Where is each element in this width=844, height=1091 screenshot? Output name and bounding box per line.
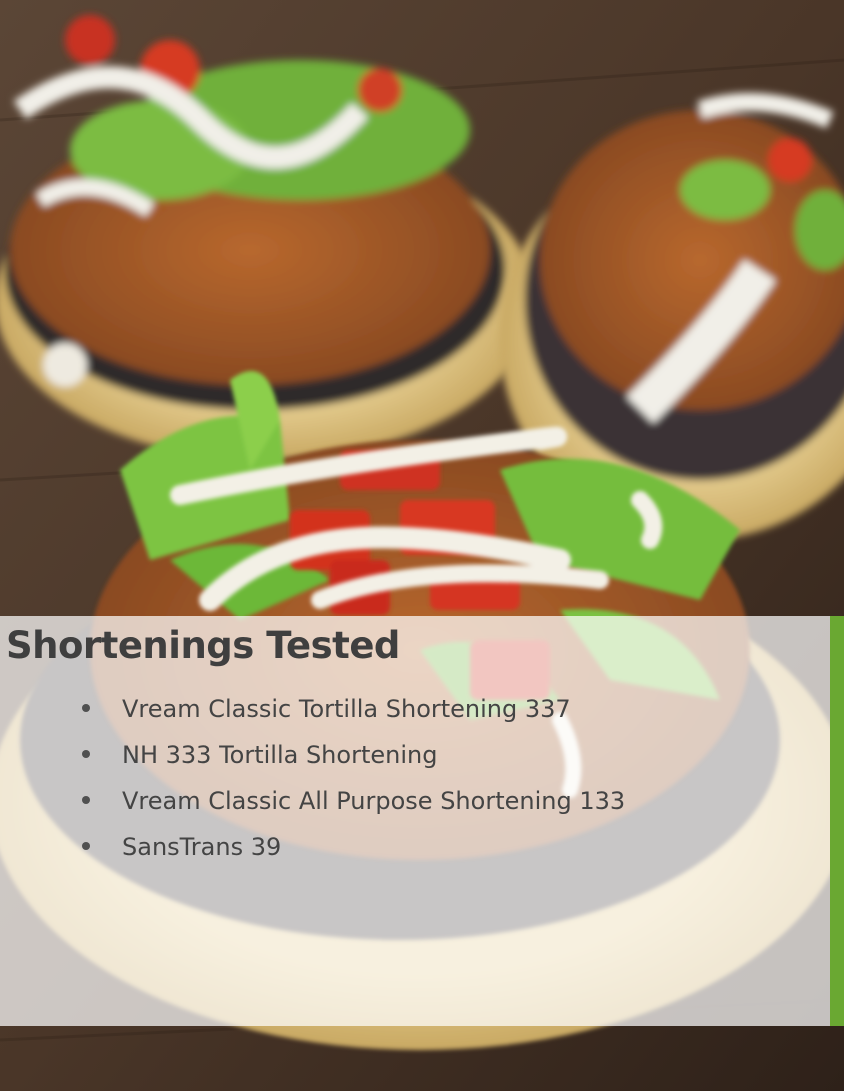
list-item: Vream Classic Tortilla Shortening 337: [74, 686, 625, 732]
slide-title: Shortenings Tested: [6, 624, 400, 667]
list-item: SansTrans 39: [74, 824, 625, 870]
list-item-label: SansTrans 39: [122, 833, 282, 861]
shortenings-list: Vream Classic Tortilla Shortening 337 NH…: [74, 686, 625, 870]
bullet-icon: [82, 704, 90, 712]
list-item: NH 333 Tortilla Shortening: [74, 732, 625, 778]
bullet-icon: [82, 842, 90, 850]
list-item-label: Vream Classic Tortilla Shortening 337: [122, 695, 571, 723]
slide: Shortenings Tested Vream Classic Tortill…: [0, 0, 844, 1091]
list-item-label: NH 333 Tortilla Shortening: [122, 741, 438, 769]
bullet-icon: [82, 796, 90, 804]
accent-bar: [830, 616, 844, 1026]
list-item-label: Vream Classic All Purpose Shortening 133: [122, 787, 626, 815]
list-item: Vream Classic All Purpose Shortening 133: [74, 778, 625, 824]
bullet-icon: [82, 750, 90, 758]
